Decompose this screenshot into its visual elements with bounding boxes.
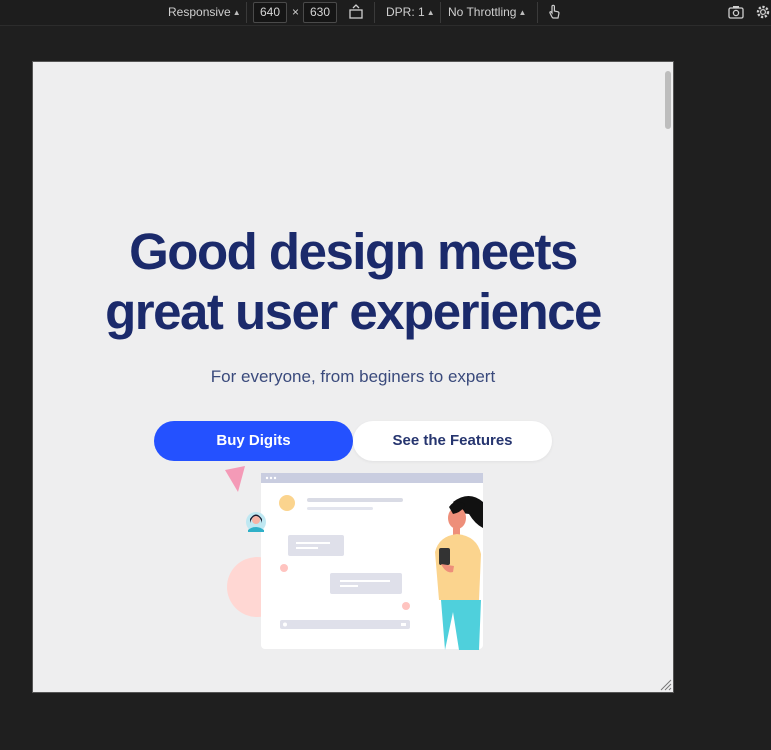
hero-title-line-2: great user experience: [105, 283, 602, 340]
triangle-shape: [225, 466, 245, 492]
height-input[interactable]: 630: [303, 2, 337, 23]
divider: [440, 2, 441, 23]
settings-gear-icon[interactable]: [754, 3, 771, 21]
hero-title: Good design meets great user experience: [33, 222, 673, 342]
divider: [537, 2, 538, 23]
throttling-select[interactable]: No Throttling ▲︎: [448, 0, 526, 24]
device-caret-icon: ▲︎: [232, 8, 241, 17]
responsive-viewport: Good design meets great user experience …: [33, 62, 673, 692]
divider: [246, 2, 247, 23]
see-features-button[interactable]: See the Features: [353, 421, 552, 461]
device-select-label: Responsive: [168, 5, 231, 19]
dimension-separator: ×: [292, 5, 300, 19]
device-select[interactable]: Responsive ▲︎: [168, 0, 241, 24]
hero-title-line-1: Good design meets: [129, 223, 578, 280]
dpr-select-label: DPR: 1: [386, 5, 425, 19]
touch-simulation-icon[interactable]: [545, 3, 563, 21]
resize-handle-icon[interactable]: [660, 679, 672, 691]
buy-digits-button[interactable]: Buy Digits: [154, 421, 353, 461]
throttling-select-label: No Throttling: [448, 5, 517, 19]
divider: [374, 2, 375, 23]
viewport-scrollbar[interactable]: [665, 71, 671, 129]
devtools-toolbar: Responsive ▲︎ 640 × 630 DPR: 1 ▲︎ No Throt…: [0, 0, 771, 26]
throttling-caret-icon: ▲︎: [518, 8, 527, 17]
rotate-icon[interactable]: [347, 3, 365, 21]
dpr-select[interactable]: DPR: 1 ▲︎: [386, 0, 435, 24]
dpr-caret-icon: ▲︎: [426, 8, 435, 17]
avatar: [246, 512, 266, 532]
hero-illustration: [225, 466, 483, 650]
width-input[interactable]: 640: [253, 2, 287, 23]
screenshot-icon[interactable]: [727, 3, 745, 21]
hero-subtitle: For everyone, from beginers to expert: [210, 367, 496, 386]
